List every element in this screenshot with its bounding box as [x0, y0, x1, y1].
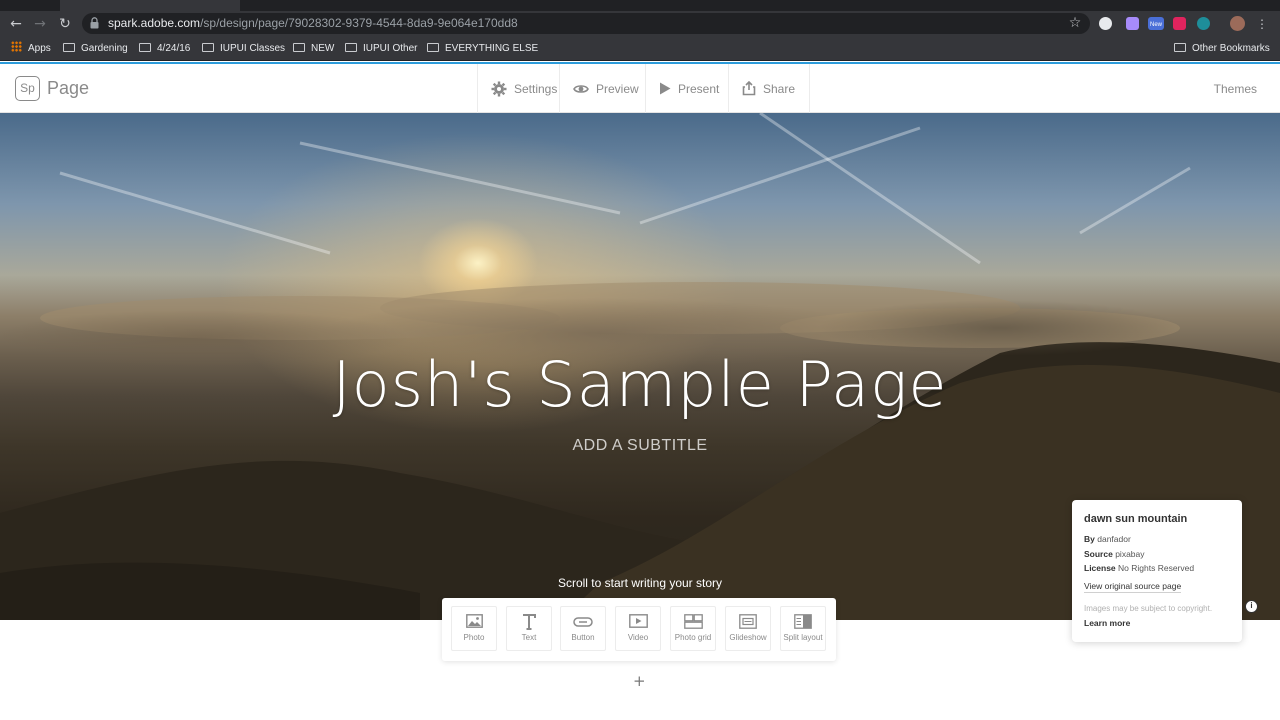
credit-title: dawn sun mountain [1084, 513, 1188, 525]
insert-video-label: Video [627, 633, 649, 642]
app-name: Page [47, 78, 90, 98]
share-icon [742, 81, 756, 96]
spark-logo[interactable]: Sp [15, 76, 40, 101]
bookmark-everything-else[interactable]: EVERYTHING ELSE [427, 41, 538, 56]
folder-icon [345, 43, 357, 52]
extension-pen-icon[interactable] [1126, 17, 1139, 30]
lock-icon [90, 17, 99, 29]
forward-arrow-icon[interactable]: → [31, 15, 49, 33]
folder-icon [427, 43, 439, 52]
present-button[interactable]: Present [645, 64, 733, 113]
add-block-plus-icon[interactable]: + [633, 672, 646, 690]
insert-text-label: Text [521, 633, 537, 642]
settings-label: Settings [514, 81, 558, 96]
browser-toolbar: ← → ↻ spark.adobe.com/sp/design/page/790… [0, 11, 1280, 36]
preview-button[interactable]: Preview [559, 64, 653, 113]
insert-button-button[interactable]: Button [560, 606, 606, 651]
glideshow-icon [739, 614, 757, 629]
extension-teal-icon[interactable] [1197, 17, 1210, 30]
insert-text-button[interactable]: Text [506, 606, 552, 651]
extension-red-icon[interactable] [1173, 17, 1186, 30]
star-icon[interactable]: ☆ [1066, 14, 1084, 32]
share-button[interactable]: Share [728, 64, 811, 113]
share-label: Share [763, 81, 796, 96]
insert-toolbar: Photo Text Button Video Photo grid Glide… [442, 598, 836, 661]
credit-license: License No Rights Reserved [1084, 563, 1195, 573]
extension-badge-label: New [1149, 22, 1162, 28]
app-header: Sp Page Settings Preview Present Share T… [0, 62, 1280, 113]
insert-split-layout-label: Split layout [783, 633, 823, 642]
text-icon [523, 614, 536, 630]
browser-tabstrip [0, 0, 1280, 11]
image-info-icon[interactable]: i [1245, 600, 1258, 613]
bookmark-iupui-other[interactable]: IUPUI Other [345, 41, 417, 56]
bookmark-gardening[interactable]: Gardening [63, 41, 128, 56]
active-tab[interactable] [60, 0, 240, 11]
insert-button-label: Button [571, 633, 595, 642]
split-layout-icon [794, 614, 812, 629]
themes-button[interactable]: Themes [1214, 82, 1257, 96]
insert-photo-grid-button[interactable]: Photo grid [670, 606, 716, 651]
copyright-note: Images may be subject to copyright. [1084, 603, 1213, 613]
insert-glideshow-label: Glideshow [729, 633, 767, 642]
image-credit-popover: dawn sun mountain By danfador Source pix… [1072, 500, 1242, 642]
credit-source: Source pixabay [1084, 548, 1145, 559]
photo-grid-icon [683, 614, 703, 629]
settings-button[interactable]: Settings [477, 64, 571, 113]
bookmark-new[interactable]: NEW [293, 41, 334, 56]
play-icon [660, 82, 671, 95]
video-icon [628, 614, 648, 628]
present-label: Present [678, 81, 720, 96]
folder-icon [139, 43, 151, 52]
insert-photo-label: Photo [463, 633, 485, 642]
page-subtitle[interactable]: ADD A SUBTITLE [0, 437, 1280, 455]
bookmark-apps[interactable]: Apps [11, 41, 51, 56]
profile-avatar[interactable] [1230, 16, 1245, 31]
back-arrow-icon[interactable]: ← [7, 15, 25, 33]
gear-icon [491, 81, 507, 96]
insert-photo-grid-label: Photo grid [674, 633, 712, 642]
bookmark-date[interactable]: 4/24/16 [139, 41, 190, 56]
insert-split-layout-button[interactable]: Split layout [780, 606, 826, 651]
photo-icon [465, 614, 483, 628]
folder-icon [1174, 43, 1186, 52]
apps-grid-icon [11, 41, 22, 52]
insert-glideshow-button[interactable]: Glideshow [725, 606, 771, 651]
credit-author: By danfador [1084, 534, 1131, 544]
folder-icon [202, 43, 214, 52]
view-source-link[interactable]: View original source page [1084, 580, 1182, 593]
insert-video-button[interactable]: Video [615, 606, 661, 651]
eye-icon [573, 84, 589, 93]
insert-photo-button[interactable]: Photo [451, 606, 497, 651]
button-icon [573, 617, 593, 627]
bookmarks-bar: Apps Gardening 4/24/16 IUPUI Classes NEW… [0, 36, 1280, 61]
reload-icon[interactable]: ↻ [56, 15, 74, 33]
menu-dots-icon[interactable]: ⋮ [1253, 15, 1271, 33]
bookmark-iupui-classes[interactable]: IUPUI Classes [202, 41, 285, 56]
extension-diamond-icon[interactable] [1099, 17, 1112, 30]
folder-icon [293, 43, 305, 52]
extension-new-badge[interactable]: New [1148, 17, 1164, 30]
bookmark-other[interactable]: Other Bookmarks [1174, 41, 1270, 56]
url-text: spark.adobe.com/sp/design/page/79028302-… [108, 16, 518, 30]
learn-more-link[interactable]: Learn more [1084, 617, 1130, 629]
folder-icon [63, 43, 75, 52]
page-title[interactable]: Josh's Sample Page [0, 348, 1280, 421]
address-bar[interactable]: spark.adobe.com/sp/design/page/79028302-… [82, 13, 1090, 34]
preview-label: Preview [596, 81, 639, 96]
